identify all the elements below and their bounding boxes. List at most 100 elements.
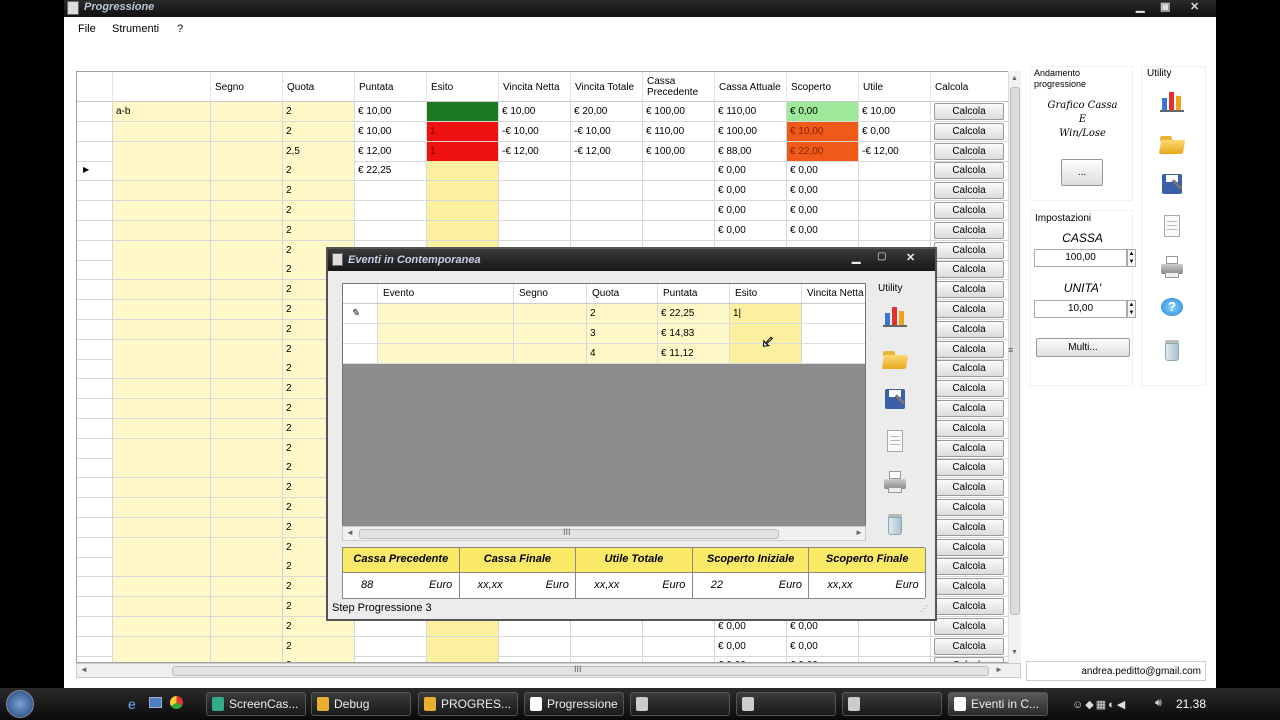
header-utile[interactable]: Utile [859, 72, 931, 102]
cell-evento[interactable] [113, 537, 211, 557]
cell-evento[interactable] [113, 379, 211, 399]
cell-puntata[interactable]: € 12,00 [355, 141, 427, 161]
header-segno[interactable]: Segno [211, 72, 283, 102]
table-row[interactable]: 2 € 0,00€ 0,00 Calcola [77, 201, 1017, 221]
close-icon[interactable]: ✕ [1190, 0, 1199, 13]
cell-quota[interactable]: 2 [283, 220, 355, 240]
folder-icon[interactable] [1158, 130, 1186, 156]
cell-utile[interactable] [859, 181, 931, 201]
calcola-button[interactable]: Calcola [934, 400, 1004, 417]
taskbar-item[interactable]: ScreenCas... [206, 692, 306, 716]
cell-utile[interactable] [859, 161, 931, 181]
cell-esito[interactable] [427, 636, 499, 656]
cell-quota[interactable]: 2 [283, 121, 355, 141]
cell-vincita-netta[interactable]: -€ 12,00 [499, 141, 571, 161]
cell-evento[interactable] [113, 478, 211, 498]
cell-evento[interactable] [113, 597, 211, 616]
cell-segno[interactable] [211, 280, 283, 300]
dialog-cell-evento[interactable] [378, 344, 514, 363]
table-row[interactable]: a-b 2 € 10,00 1 € 10,00 € 20,00 € 100,00 € 110,… [77, 102, 1017, 122]
dialog-cell-quota[interactable]: 4 [587, 344, 658, 363]
cell-utile[interactable] [859, 636, 931, 656]
cell-vincita-totale[interactable] [571, 656, 643, 662]
cell-evento[interactable] [113, 161, 211, 181]
printer-icon[interactable] [1159, 254, 1185, 280]
calcola-button[interactable]: Calcola [934, 301, 1004, 318]
cell-segno[interactable] [211, 517, 283, 537]
dialog-recycle-bin-icon[interactable] [882, 511, 908, 537]
cell-vincita-totale[interactable] [571, 220, 643, 240]
calcola-button[interactable]: Calcola [934, 499, 1004, 516]
cell-segno[interactable] [211, 616, 283, 636]
cell-quota[interactable]: 2,5 [283, 141, 355, 161]
dialog-header-quota[interactable]: Quota [587, 284, 658, 303]
dialog-cell-esito[interactable]: 1| [730, 304, 802, 323]
dialog-cell-quota[interactable]: 2 [587, 304, 658, 323]
cell-quota[interactable]: 2 [283, 656, 355, 662]
cell-evento[interactable] [113, 359, 211, 379]
header-vincita-totale[interactable]: Vincita Totale [571, 72, 643, 102]
maximize-icon[interactable]: ▣ [1160, 0, 1170, 13]
unita-input[interactable]: 10,00 [1034, 300, 1127, 318]
dialog-cell-evento[interactable] [378, 304, 514, 323]
cell-cassa-attuale[interactable]: € 88,00 [715, 141, 787, 161]
dialog-header-row-header[interactable] [343, 284, 378, 303]
cell-vincita-netta[interactable]: -€ 10,00 [499, 121, 571, 141]
horizontal-scrollbar[interactable]: ◄ III ► [76, 663, 1021, 678]
cell-esito[interactable] [427, 220, 499, 240]
calcola-button[interactable]: Calcola [934, 380, 1004, 398]
dialog-cell-quota[interactable]: 3 [587, 324, 658, 343]
dialog-cell-segno[interactable] [514, 344, 587, 363]
document-icon[interactable] [1159, 213, 1185, 239]
cell-cassa-precedente[interactable]: € 100,00 [643, 102, 715, 121]
header-calcola[interactable]: Calcola [931, 72, 1009, 102]
dialog-close-icon[interactable]: ✕ [906, 251, 915, 264]
cell-vincita-totale[interactable] [571, 181, 643, 201]
calcola-button[interactable]: Calcola [934, 241, 1004, 259]
dialog-cell-vincita-netta[interactable] [802, 344, 865, 363]
cell-scoperto[interactable]: € 0,00 [787, 656, 859, 662]
ie-icon[interactable]: e [128, 696, 136, 712]
calcola-button[interactable]: Calcola [934, 182, 1004, 200]
cell-puntata[interactable] [355, 220, 427, 240]
cell-cassa-precedente[interactable] [643, 181, 715, 201]
help-icon[interactable]: ? [1159, 296, 1185, 322]
unita-spinner[interactable]: ▲ ▼ [1127, 300, 1136, 318]
cell-segno[interactable] [211, 478, 283, 498]
cell-evento[interactable] [113, 438, 211, 458]
cell-esito[interactable] [427, 181, 499, 201]
cell-puntata[interactable]: € 22,25 [355, 161, 427, 181]
multi-button[interactable]: Multi... [1036, 338, 1130, 357]
table-row[interactable]: 2 € 0,00€ 0,00 Calcola [77, 220, 1017, 241]
dialog-maximize-icon[interactable]: ▢ [877, 251, 886, 262]
cell-segno[interactable] [211, 141, 283, 161]
cell-segno[interactable] [211, 339, 283, 359]
cell-puntata[interactable] [355, 636, 427, 656]
cell-puntata[interactable] [355, 656, 427, 662]
cell-segno[interactable] [211, 656, 283, 662]
calcola-button[interactable]: Calcola [934, 518, 1004, 536]
dialog-minimize-icon[interactable]: ▁ [852, 251, 860, 264]
cell-segno[interactable] [211, 577, 283, 597]
cell-evento[interactable] [113, 498, 211, 517]
header-evento[interactable] [113, 72, 211, 102]
cell-evento[interactable] [113, 418, 211, 438]
cell-vincita-netta[interactable] [499, 161, 571, 181]
cell-segno[interactable] [211, 537, 283, 557]
cell-scoperto[interactable]: € 10,00 [787, 121, 859, 141]
calcola-button[interactable]: Calcola [934, 637, 1004, 655]
cell-segno[interactable] [211, 498, 283, 517]
cell-cassa-precedente[interactable] [643, 220, 715, 240]
taskbar-item[interactable] [630, 692, 730, 716]
calcola-button[interactable]: Calcola [934, 162, 1004, 180]
header-esito[interactable]: Esito [427, 72, 499, 102]
header-quota[interactable]: Quota [283, 72, 355, 102]
chrome-icon[interactable] [170, 696, 183, 709]
cell-vincita-netta[interactable] [499, 656, 571, 662]
cell-evento[interactable] [113, 141, 211, 161]
calcola-button[interactable]: Calcola [934, 221, 1004, 239]
cell-segno[interactable] [211, 181, 283, 201]
cell-segno[interactable] [211, 418, 283, 438]
cell-cassa-attuale[interactable]: € 0,00 [715, 220, 787, 240]
dialog-grid[interactable]: Evento Segno Quota Puntata Esito Vincita Nett… [342, 283, 866, 541]
